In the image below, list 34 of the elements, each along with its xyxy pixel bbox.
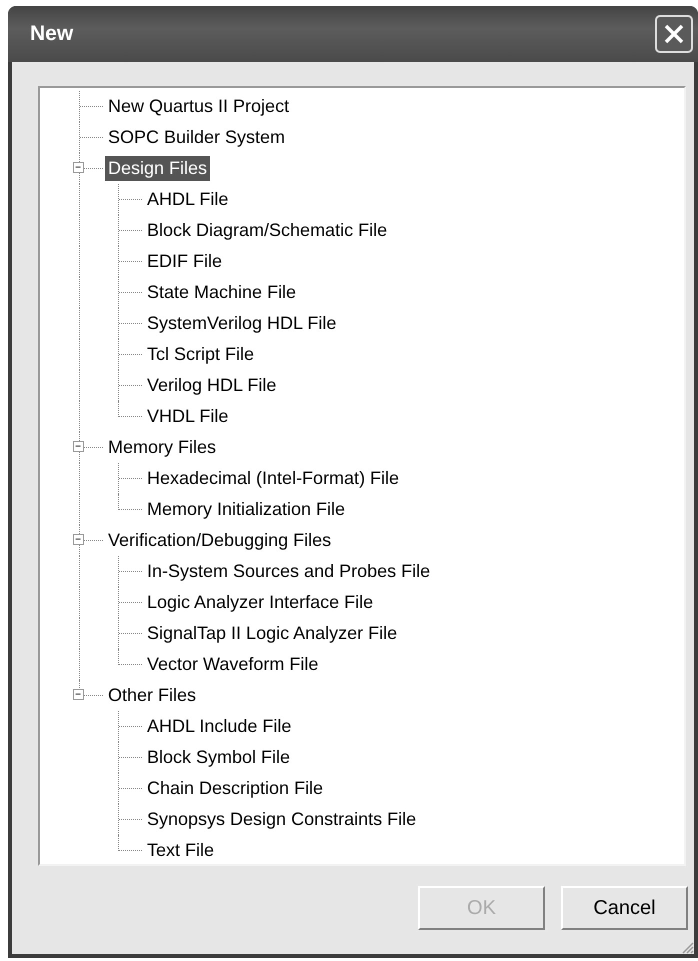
tree-item[interactable]: Other Files bbox=[105, 683, 200, 708]
tree-item[interactable]: Vector Waveform File bbox=[144, 652, 322, 677]
cancel-button[interactable]: Cancel bbox=[561, 886, 688, 930]
collapse-icon[interactable] bbox=[73, 689, 84, 700]
resize-grip-icon[interactable] bbox=[680, 940, 694, 954]
tree-item[interactable]: Verification/Debugging Files bbox=[105, 528, 334, 553]
close-icon bbox=[663, 23, 685, 45]
tree-item[interactable]: SignalTap II Logic Analyzer File bbox=[144, 621, 400, 646]
tree-item[interactable]: In-System Sources and Probes File bbox=[144, 559, 434, 584]
close-button[interactable] bbox=[655, 15, 693, 53]
tree-item[interactable]: Logic Analyzer Interface File bbox=[144, 590, 376, 615]
collapse-icon[interactable] bbox=[73, 162, 84, 173]
tree-item[interactable]: Memory Files bbox=[105, 435, 220, 460]
tree-item[interactable]: Block Symbol File bbox=[144, 745, 294, 770]
tree-item[interactable]: SystemVerilog HDL File bbox=[144, 311, 340, 336]
tree-item[interactable]: State Machine File bbox=[144, 280, 300, 305]
tree-item[interactable]: Synopsys Design Constraints File bbox=[144, 807, 420, 832]
tree-item[interactable]: SOPC Builder System bbox=[105, 125, 288, 150]
tree-item[interactable]: Chain Description File bbox=[144, 776, 326, 801]
tree-item[interactable]: EDIF File bbox=[144, 249, 226, 274]
tree-item[interactable]: Hexadecimal (Intel-Format) File bbox=[144, 466, 402, 491]
tree-item[interactable]: Verilog HDL File bbox=[144, 373, 280, 398]
collapse-icon[interactable] bbox=[73, 534, 84, 545]
tree-item[interactable]: AHDL File bbox=[144, 187, 232, 212]
tree-item[interactable]: Text File bbox=[144, 838, 218, 863]
collapse-icon[interactable] bbox=[73, 441, 84, 452]
tree-item[interactable]: AHDL Include File bbox=[144, 714, 294, 739]
window-title: New bbox=[30, 22, 74, 46]
tree-item[interactable]: Block Diagram/Schematic File bbox=[144, 218, 390, 243]
tree-item[interactable]: Design Files bbox=[105, 156, 210, 181]
tree-item[interactable]: New Quartus II Project bbox=[105, 94, 292, 119]
tree-item[interactable]: Tcl Script File bbox=[144, 342, 258, 367]
tree-item[interactable]: Memory Initialization File bbox=[144, 497, 348, 522]
tree-item[interactable]: VHDL File bbox=[144, 404, 232, 429]
